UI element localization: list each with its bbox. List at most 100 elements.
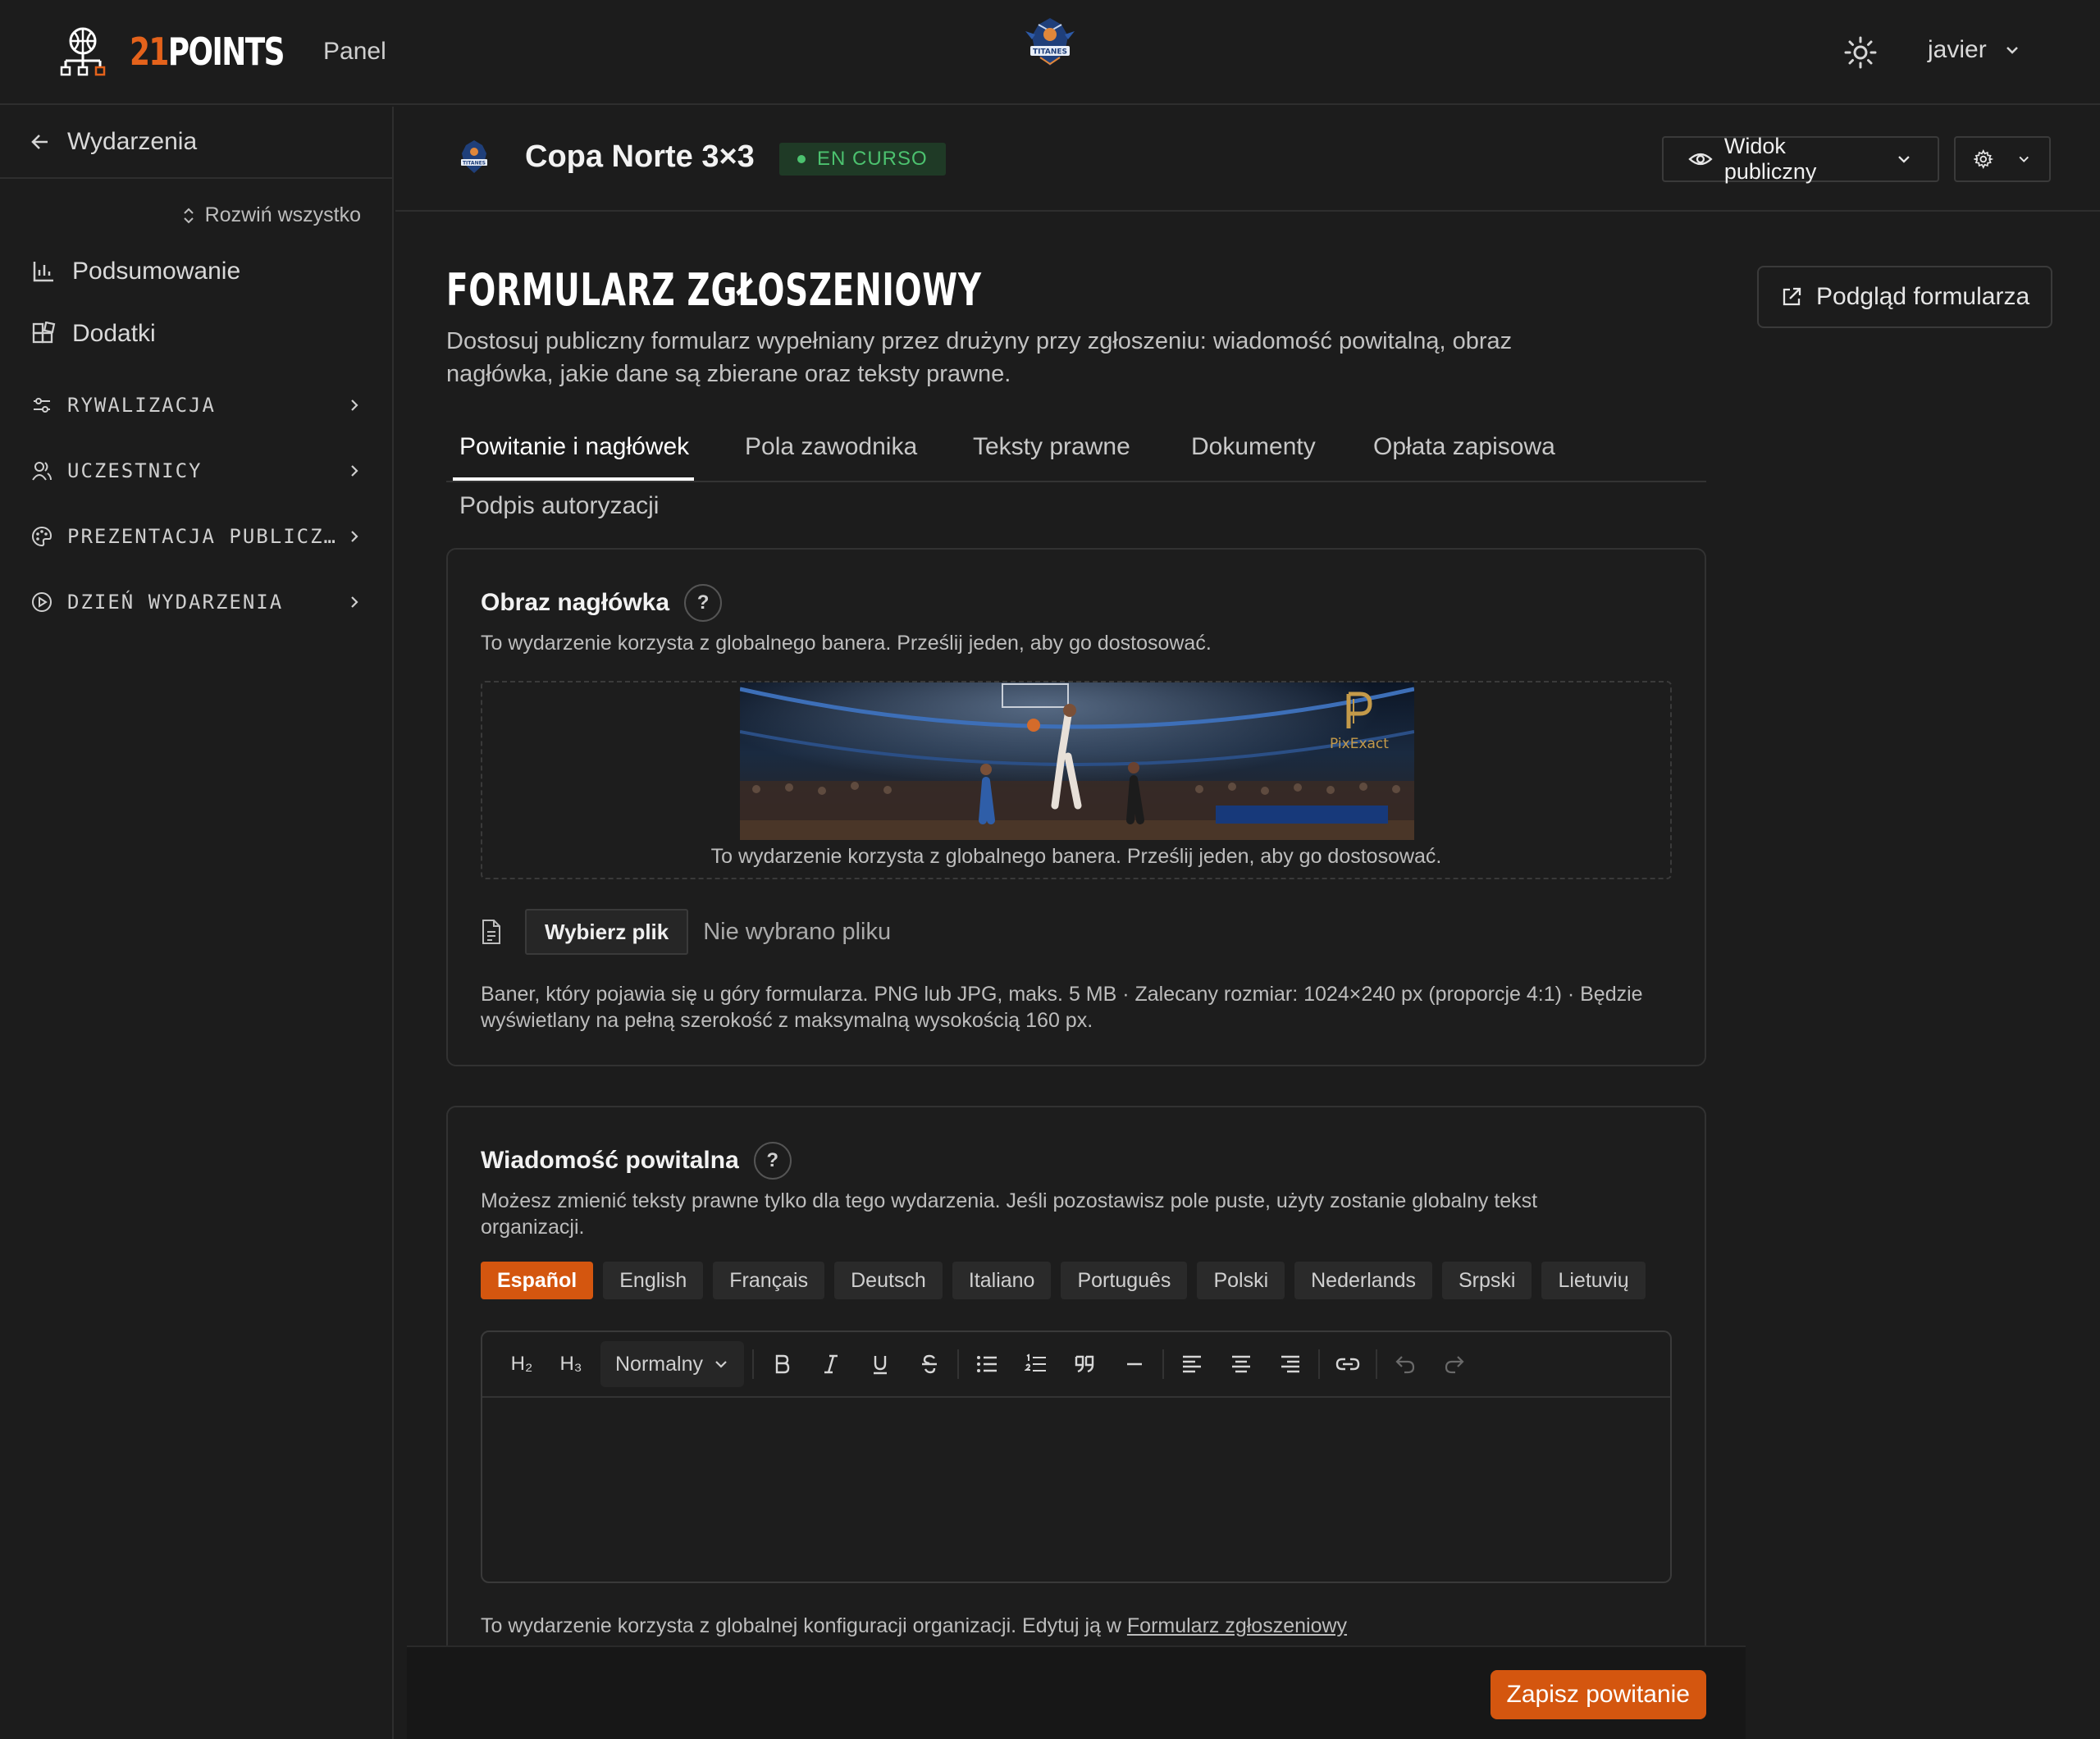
align-right-button[interactable] bbox=[1266, 1340, 1315, 1389]
lang-tab-pl[interactable]: Polski bbox=[1197, 1262, 1285, 1299]
registration-form-link[interactable]: Formularz zgłoszeniowy bbox=[1127, 1614, 1347, 1637]
strikethrough-button[interactable] bbox=[905, 1340, 954, 1389]
bullet-list-icon bbox=[976, 1356, 997, 1372]
bullet-list-button[interactable] bbox=[962, 1340, 1011, 1389]
card-title-text: Obraz nagłówka bbox=[481, 589, 670, 616]
lang-tab-nl[interactable]: Nederlands bbox=[1294, 1262, 1432, 1299]
help-button[interactable]: ? bbox=[684, 584, 723, 622]
brand-wordmark: 21POINTS bbox=[130, 30, 285, 74]
toolbar-divider bbox=[751, 1349, 754, 1379]
heading-2-button[interactable]: H₂ bbox=[497, 1340, 546, 1389]
sidebar-item-label: Dodatki bbox=[72, 320, 156, 347]
arena-banner-image: PixExact bbox=[740, 682, 1414, 840]
sidebar-section-label: RYWALIZACJA bbox=[67, 394, 216, 417]
chevron-right-icon bbox=[351, 399, 358, 411]
horizontal-rule-button[interactable] bbox=[1110, 1340, 1159, 1389]
header-image-card: Obraz nagłówka ? To wydarzenie korzysta … bbox=[446, 548, 1706, 1066]
lang-tab-es[interactable]: Español bbox=[481, 1262, 594, 1299]
card-title-text: Wiadomość powitalna bbox=[481, 1147, 739, 1174]
event-team-logo: TITANES bbox=[461, 140, 487, 173]
toolbar-divider bbox=[1317, 1349, 1320, 1379]
align-left-icon bbox=[1182, 1355, 1201, 1373]
lang-tab-de[interactable]: Deutsch bbox=[834, 1262, 943, 1299]
sun-icon[interactable] bbox=[1844, 36, 1877, 69]
align-center-icon bbox=[1231, 1355, 1250, 1373]
form-tabs: Powitanie i nagłówek Pola zawodnika Teks… bbox=[446, 423, 1706, 482]
language-selector: Español English Français Deutsch Italian… bbox=[481, 1262, 1655, 1299]
file-icon bbox=[482, 920, 500, 944]
drop-zone-caption: To wydarzenie korzysta z globalnego bane… bbox=[710, 845, 1442, 868]
align-left-button[interactable] bbox=[1167, 1340, 1217, 1389]
underline-button[interactable] bbox=[856, 1340, 905, 1389]
sidebar-section-participants[interactable]: UCZESTNICY bbox=[31, 459, 363, 482]
lang-tab-it[interactable]: Italiano bbox=[952, 1262, 1052, 1299]
expand-all-button[interactable]: Rozwiń wszystko bbox=[180, 203, 361, 227]
bold-button[interactable] bbox=[757, 1340, 806, 1389]
undo-button[interactable] bbox=[1381, 1340, 1430, 1389]
redo-button[interactable] bbox=[1430, 1340, 1479, 1389]
user-menu[interactable]: javier bbox=[1928, 36, 2021, 64]
event-settings-button[interactable] bbox=[1954, 136, 2051, 182]
event-title: Copa Norte 3×3 bbox=[525, 139, 755, 174]
addons-grid-icon bbox=[32, 322, 56, 344]
status-label: EN CURSO bbox=[817, 148, 928, 170]
tab-authorization-signature[interactable]: Podpis autoryzacji bbox=[459, 492, 659, 520]
minus-icon bbox=[1126, 1362, 1142, 1366]
text-format-select[interactable]: Normalny bbox=[600, 1341, 744, 1387]
welcome-message-card: Wiadomość powitalna ? Możesz zmienić tek… bbox=[446, 1106, 1706, 1664]
bar-chart-icon bbox=[33, 262, 53, 282]
tab-registration-fee[interactable]: Opłata zapisowa bbox=[1373, 433, 1555, 461]
sidebar-section-label: PREZENTACJA PUBLICZ… bbox=[67, 525, 337, 548]
nav-panel-link[interactable]: Panel bbox=[323, 38, 386, 66]
status-dot bbox=[797, 155, 806, 163]
editor-content-area[interactable] bbox=[482, 1398, 1670, 1582]
save-welcome-button[interactable]: Zapisz powitanie bbox=[1490, 1670, 1706, 1719]
sidebar-item-addons[interactable]: Dodatki bbox=[31, 320, 156, 348]
public-view-button[interactable]: Widok publiczny bbox=[1662, 134, 1939, 184]
form-preview-button[interactable]: Podgląd formularza bbox=[1757, 266, 2053, 328]
play-circle-icon bbox=[32, 592, 52, 612]
bold-icon bbox=[775, 1354, 790, 1374]
lang-tab-pt[interactable]: Português bbox=[1061, 1262, 1188, 1299]
lang-tab-lt[interactable]: Lietuvių bbox=[1541, 1262, 1646, 1299]
choose-file-button[interactable]: Wybierz plik bbox=[525, 909, 689, 955]
tab-welcome-header[interactable]: Powitanie i nagłówek bbox=[459, 433, 689, 461]
expand-all-label: Rozwiń wszystko bbox=[204, 203, 361, 226]
link-button[interactable] bbox=[1323, 1340, 1372, 1389]
lang-tab-sr[interactable]: Srpski bbox=[1441, 1262, 1532, 1299]
sidebar-section-public-presentation[interactable]: PREZENTACJA PUBLICZ… bbox=[31, 525, 363, 548]
banner-hint: Baner, który pojawia się u góry formular… bbox=[481, 983, 1643, 1032]
editor-toolbar: H₂ H₃ Normalny bbox=[482, 1332, 1670, 1398]
svg-text:TITANES: TITANES bbox=[463, 161, 486, 167]
eye-icon bbox=[1688, 153, 1713, 166]
brand-logo[interactable]: 21POINTS bbox=[57, 26, 327, 77]
blockquote-button[interactable] bbox=[1061, 1340, 1110, 1389]
tab-legal-texts[interactable]: Teksty prawne bbox=[973, 433, 1130, 461]
help-button[interactable]: ? bbox=[753, 1142, 792, 1180]
header-image-subtitle: To wydarzenie korzysta z globalnego bane… bbox=[481, 632, 1212, 655]
basketball-bracket-icon bbox=[60, 27, 106, 76]
lang-tab-fr[interactable]: Français bbox=[713, 1262, 825, 1299]
sliders-icon bbox=[34, 398, 50, 413]
lang-tab-en[interactable]: English bbox=[603, 1262, 704, 1299]
chevron-down-icon bbox=[1898, 156, 1910, 163]
ordered-list-button[interactable] bbox=[1011, 1340, 1061, 1389]
titanes-team-logo: TITANES bbox=[1025, 18, 1075, 66]
chevrons-up-down-icon bbox=[183, 208, 194, 223]
align-center-button[interactable] bbox=[1217, 1340, 1266, 1389]
banner-watermark: PixExact bbox=[1330, 736, 1389, 752]
arrow-left-icon bbox=[31, 135, 48, 149]
sidebar-item-summary[interactable]: Podsumowanie bbox=[31, 258, 240, 285]
file-picker: Wybierz plik Nie wybrano pliku bbox=[481, 909, 891, 955]
italic-button[interactable] bbox=[806, 1340, 856, 1389]
ordered-list-icon bbox=[1024, 1353, 1046, 1372]
banner-drop-zone[interactable]: PixExact To wydarzenie korzysta z global… bbox=[481, 681, 1672, 879]
heading-3-button[interactable]: H₃ bbox=[546, 1340, 596, 1389]
tab-player-fields[interactable]: Pola zawodnika bbox=[745, 433, 917, 461]
sidebar-section-event-day[interactable]: DZIEŃ WYDARZENIA bbox=[31, 591, 363, 614]
toolbar-divider bbox=[1375, 1349, 1377, 1379]
tab-documents[interactable]: Dokumenty bbox=[1191, 433, 1316, 461]
sidebar-section-competition[interactable]: RYWALIZACJA bbox=[31, 394, 363, 417]
back-to-events-link[interactable]: Wydarzenia bbox=[0, 107, 392, 179]
sidebar: Wydarzenia Rozwiń wszystko Podsumowanie … bbox=[0, 107, 394, 1739]
